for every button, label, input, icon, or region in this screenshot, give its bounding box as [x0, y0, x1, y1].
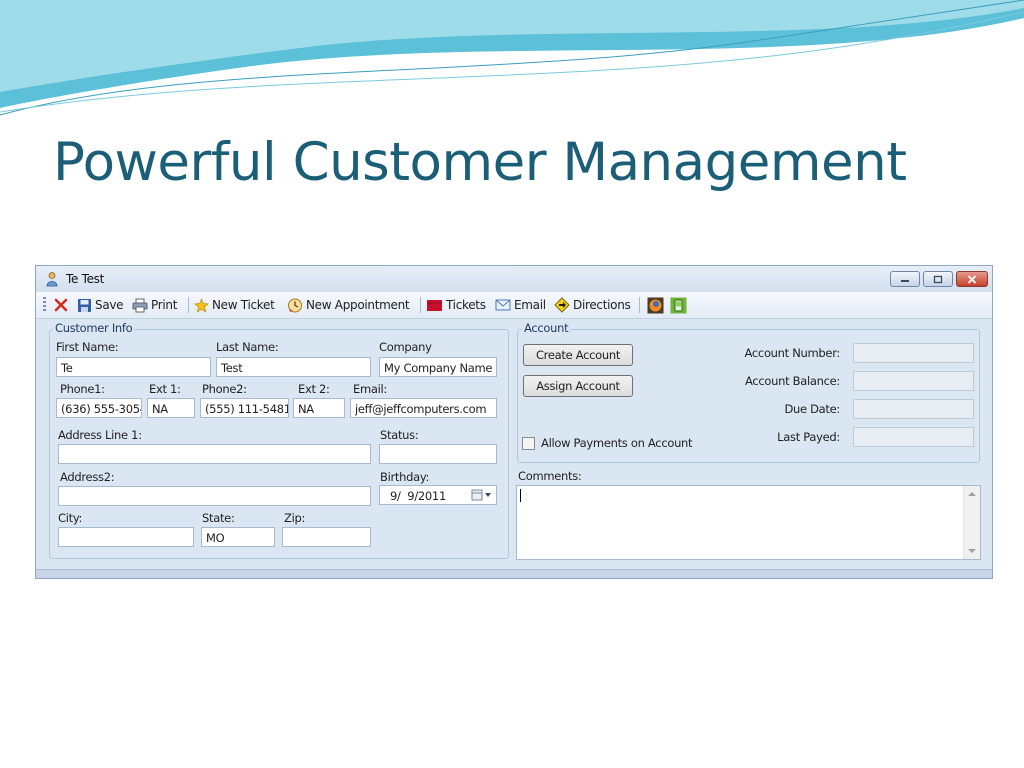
account-number-label: Account Number: — [744, 346, 841, 360]
email-button[interactable]: Email — [495, 296, 546, 314]
address-line1-field[interactable] — [58, 444, 371, 464]
firefox-button[interactable] — [647, 296, 664, 314]
tickets-label: Tickets — [446, 298, 486, 312]
phone1-label: Phone1: — [60, 382, 105, 396]
save-label: Save — [95, 298, 124, 312]
toolbar-separator — [420, 297, 421, 313]
delete-icon — [54, 298, 68, 312]
minimize-icon — [901, 280, 909, 282]
address2-label: Address2: — [60, 470, 115, 484]
status-label: Status: — [380, 428, 419, 442]
toolbar: Save Print New Ticket New Appointment Ti… — [36, 292, 992, 319]
due-date-label: Due Date: — [784, 402, 840, 416]
account-balance-field[interactable] — [853, 371, 974, 391]
directions-icon — [554, 297, 570, 313]
window-title: Te Test — [66, 272, 105, 286]
due-date-field[interactable] — [853, 399, 974, 419]
directions-label: Directions — [573, 298, 631, 312]
email-label: Email — [514, 298, 546, 312]
toolbar-grip[interactable] — [43, 297, 46, 313]
address2-field[interactable] — [58, 486, 371, 506]
calendar-dropdown-icon[interactable] — [471, 489, 493, 501]
browser-icon — [647, 297, 664, 313]
email-icon — [495, 299, 511, 311]
ext2-label: Ext 2: — [298, 382, 330, 396]
tickets-button[interactable]: Tickets — [426, 296, 486, 314]
directions-button[interactable]: Directions — [554, 296, 631, 314]
status-field[interactable] — [379, 444, 497, 464]
last-name-field[interactable]: Test — [216, 357, 371, 377]
email-field[interactable]: jeff@jeffcomputers.com — [350, 398, 497, 418]
comments-label: Comments: — [518, 469, 582, 483]
assign-account-button[interactable]: Assign Account — [523, 375, 633, 397]
ext1-field[interactable]: NA — [147, 398, 195, 418]
phone-icon — [670, 297, 687, 313]
toolbar-separator — [188, 297, 189, 313]
window-status-strip — [36, 569, 992, 578]
company-field[interactable]: My Company Name — [379, 357, 497, 377]
scroll-down-arrow-icon[interactable] — [968, 548, 976, 554]
user-icon — [46, 272, 58, 287]
close-icon — [967, 274, 977, 284]
comments-textarea[interactable] — [516, 485, 981, 560]
company-label: Company — [379, 340, 432, 354]
print-button[interactable]: Print — [132, 296, 177, 314]
allow-payments-checkbox[interactable] — [522, 437, 535, 450]
first-name-label: First Name: — [56, 340, 119, 354]
phone1-field[interactable]: (636) 555-3054 — [56, 398, 142, 418]
address-line1-label: Address Line 1: — [58, 428, 142, 442]
window-titlebar[interactable]: Te Test — [36, 266, 992, 292]
appointment-clock-icon — [288, 298, 302, 312]
customer-window: Te Test Save Print New Ticket New Appoin… — [35, 265, 993, 579]
zip-field[interactable] — [282, 527, 371, 547]
new-ticket-label: New Ticket — [212, 298, 275, 312]
ext2-field[interactable]: NA — [293, 398, 345, 418]
star-icon — [194, 297, 209, 312]
email-field-label: Email: — [353, 382, 387, 396]
save-icon — [78, 298, 91, 312]
last-name-label: Last Name: — [216, 340, 279, 354]
birthday-value: 9/ 9/2011 — [390, 489, 446, 503]
state-field[interactable]: MO — [201, 527, 275, 547]
new-appointment-button[interactable]: New Appointment — [287, 296, 410, 314]
phone2-label: Phone2: — [202, 382, 247, 396]
maximize-button[interactable] — [923, 271, 953, 287]
new-ticket-button[interactable]: New Ticket — [194, 296, 275, 314]
print-icon — [132, 298, 148, 312]
phone-button[interactable] — [670, 296, 687, 314]
save-button[interactable]: Save — [77, 296, 124, 314]
city-label: City: — [58, 511, 83, 525]
comments-scrollbar[interactable] — [963, 486, 980, 559]
new-appointment-label: New Appointment — [306, 298, 410, 312]
first-name-field[interactable]: Te — [56, 357, 211, 377]
birthday-picker[interactable]: 9/ 9/2011 — [379, 485, 497, 505]
toolbar-separator — [639, 297, 640, 313]
print-label: Print — [151, 298, 178, 312]
account-number-field[interactable] — [853, 343, 974, 363]
state-label: State: — [202, 511, 235, 525]
maximize-icon — [933, 275, 943, 283]
allow-payments-label: Allow Payments on Account — [541, 436, 693, 450]
minimize-button[interactable] — [890, 271, 920, 287]
phone2-field[interactable]: (555) 111-5481 — [200, 398, 289, 418]
zip-label: Zip: — [284, 511, 306, 525]
account-balance-label: Account Balance: — [744, 374, 840, 388]
last-payed-field[interactable] — [853, 427, 974, 447]
last-payed-label: Last Payed: — [777, 430, 840, 444]
slide-title: Powerful Customer Management — [53, 132, 907, 193]
birthday-label: Birthday: — [380, 470, 430, 484]
close-button[interactable] — [956, 271, 988, 287]
city-field[interactable] — [58, 527, 194, 547]
ext1-label: Ext 1: — [149, 382, 181, 396]
customer-info-legend: Customer Info — [53, 321, 135, 335]
create-account-button[interactable]: Create Account — [523, 344, 633, 366]
tickets-icon — [427, 299, 442, 311]
slide-header-wave — [0, 0, 1024, 116]
account-legend: Account — [522, 321, 571, 335]
text-caret — [520, 489, 521, 502]
delete-button[interactable] — [54, 296, 68, 314]
scroll-up-arrow-icon[interactable] — [968, 491, 976, 497]
